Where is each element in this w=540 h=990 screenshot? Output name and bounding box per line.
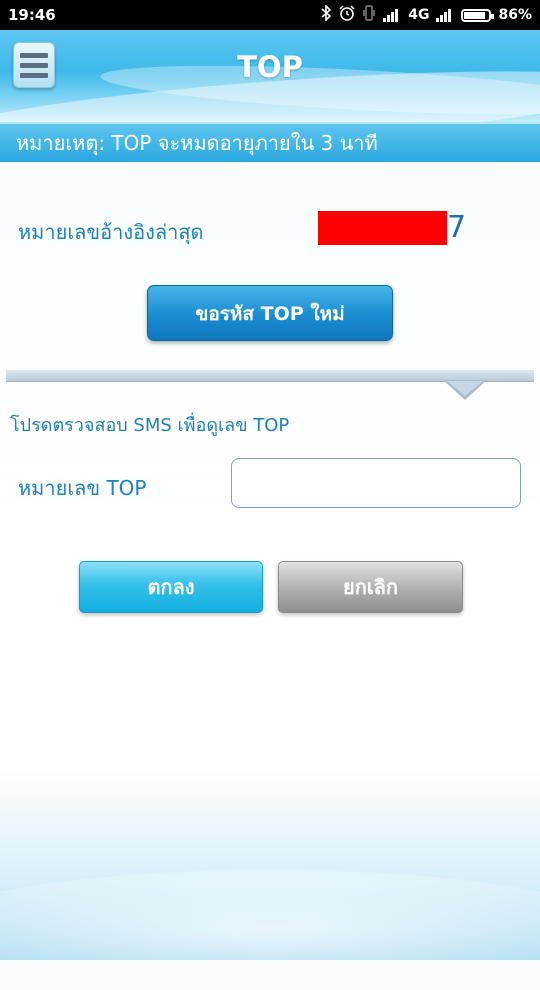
bluetooth-icon <box>320 4 332 25</box>
expiry-notice: หมายเหตุ: TOP จะหมดอายุภายใน 3 นาที <box>0 122 540 162</box>
status-bar: 19:46 4G 86% <box>0 0 540 30</box>
sms-hint: โปรดตรวจสอบ SMS เพื่อดูเลข TOP <box>10 415 290 436</box>
page-title: TOP <box>237 50 303 84</box>
battery-icon <box>461 8 495 22</box>
status-time: 19:46 <box>8 6 56 24</box>
vibrate-icon <box>362 5 376 25</box>
reference-number-suffix: 7 <box>447 210 467 245</box>
battery-percent: 86% <box>498 7 532 23</box>
alarm-icon <box>339 5 355 25</box>
reference-number-label: หมายเลขอ้างอิงล่าสุด <box>18 220 204 244</box>
top-number-label: หมายเลข TOP <box>18 476 147 500</box>
request-new-top-button[interactable]: ขอรหัส TOP ใหม่ <box>147 285 393 341</box>
redaction-block <box>318 211 447 245</box>
network-type: 4G <box>408 7 430 23</box>
signal-icon <box>436 8 454 22</box>
signal-icon <box>383 8 401 22</box>
reference-number-value: 7 <box>318 211 466 245</box>
status-icons: 4G 86% <box>320 4 532 25</box>
app-header: TOP <box>0 30 540 122</box>
top-number-input[interactable] <box>231 458 521 508</box>
ok-button[interactable]: ตกลง <box>79 561 263 613</box>
cancel-button[interactable]: ยกเลิก <box>278 561 463 613</box>
